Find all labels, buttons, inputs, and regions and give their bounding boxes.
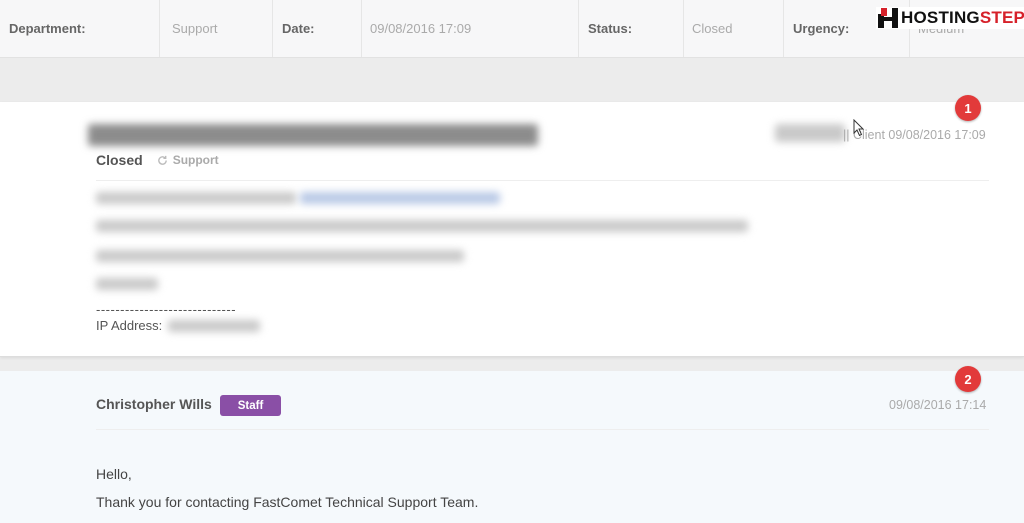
client-message-card: || Client 09/08/2016 17:09 Closed Suppor… [0,102,1024,357]
logo-text-step: STEP [979,8,1024,27]
department-tag: Support [157,153,219,167]
logo-h-icon [878,8,900,28]
message-divider [96,180,989,181]
department-tag-label: Support [172,153,219,167]
signature-separator: ----------------------------- [96,302,237,317]
message-status: Closed [96,152,143,168]
mouse-cursor-icon [853,119,865,137]
reply-divider [96,429,989,430]
redacted-line [96,220,748,232]
annotation-badge-2: 2 [955,366,981,392]
logo-text-hosting: HOSTING [901,8,980,27]
ticket-info-bar: Department: Support Date: 09/08/2016 17:… [0,0,1024,58]
redacted-client-name [775,124,845,142]
annotation-badge-1: 1 [955,95,981,121]
staff-reply-card: Christopher Wills Staff 09/08/2016 17:14… [0,371,1024,523]
redacted-subject [88,124,538,146]
refresh-icon [157,155,167,165]
department-value: Support [160,0,273,57]
reply-date: 09/08/2016 17:14 [889,398,987,412]
reply-author: Christopher Wills [96,396,212,412]
hostingstep-logo: HOSTING STEP [876,7,1024,29]
ip-address-label: IP Address: [96,318,163,333]
status-label: Status: [579,0,684,57]
redacted-ip [168,320,260,332]
staff-badge: Staff [220,395,281,416]
date-label: Date: [273,0,362,57]
redacted-line [96,278,158,290]
date-value: 09/08/2016 17:09 [362,0,579,57]
department-label: Department: [0,0,160,57]
reply-line-1: Thank you for contacting FastComet Techn… [96,494,479,510]
message-status-line: Closed Support [96,152,219,168]
status-value: Closed [684,0,784,57]
redacted-line [96,192,296,204]
reply-greeting: Hello, [96,466,132,482]
redacted-line [96,250,464,262]
redacted-link [300,192,500,204]
ip-address: IP Address: [96,318,162,333]
